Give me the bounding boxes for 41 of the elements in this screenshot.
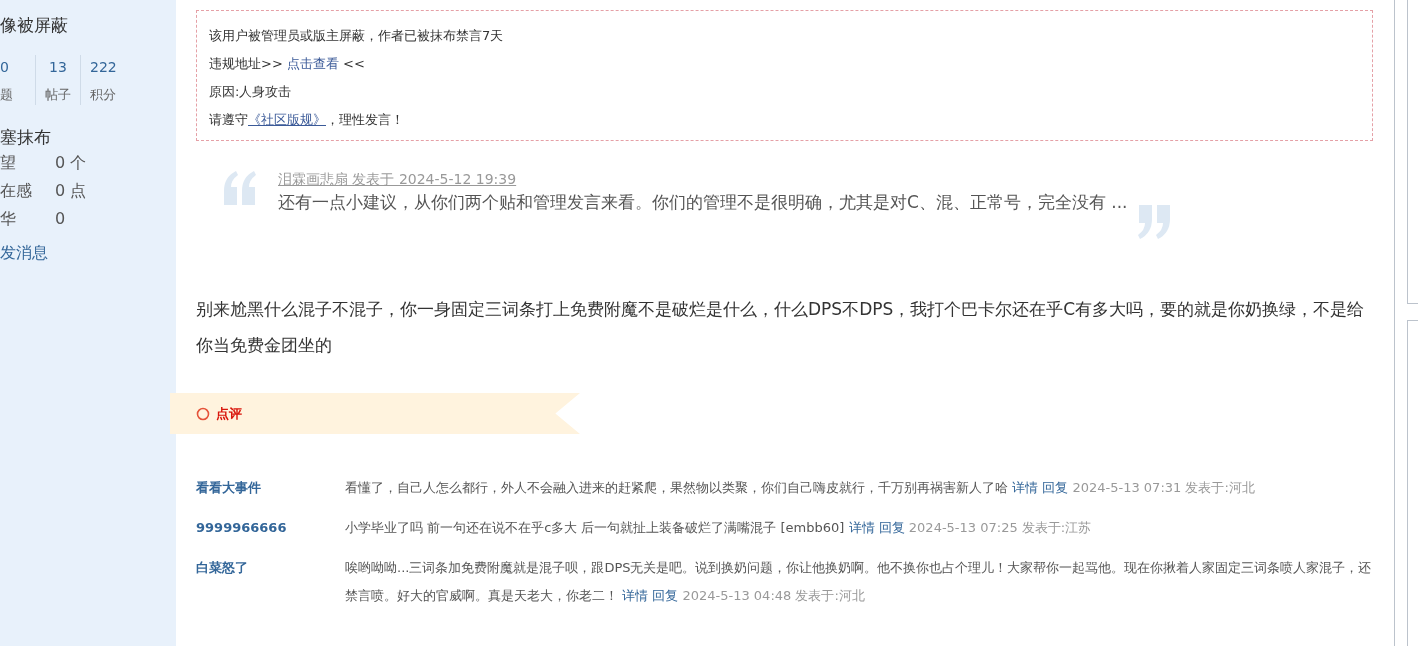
comment-text: 看懂了，自己人怎么都行，外人不会融入进来的赶紧爬，果然物以类聚，你们自己嗨皮就行，千万别再祸害新人了哈 详情 回复 2024-5-13 07:31 发表于:河北 [345, 479, 1256, 497]
commenter-name[interactable]: 白菜怒了 [196, 554, 345, 610]
notice-text: 违规地址>> [209, 56, 284, 71]
stat-label: 题 [0, 86, 13, 104]
notice-text: ，理性发言！ [326, 112, 404, 127]
field-label: 华 [0, 208, 17, 230]
send-message-link[interactable]: 发消息 [0, 243, 48, 264]
comment-action-link[interactable]: 回复 [1042, 480, 1069, 495]
comments-title: 点评 [216, 404, 242, 423]
notice-text: 原因:人身攻击 [209, 83, 293, 101]
field-value: 0 点 [55, 180, 87, 202]
circle-icon [196, 406, 210, 421]
comment-action-link[interactable]: 详情 [848, 520, 875, 535]
rules-link[interactable]: 《社区版规》 [248, 112, 326, 127]
stat-value[interactable]: 222 [90, 57, 117, 77]
commenter-name[interactable]: 9999966666 [196, 514, 345, 542]
user-status: 像被屏蔽 [0, 14, 69, 37]
field-value: 0 个 [55, 152, 87, 174]
open-quote-icon [222, 171, 256, 205]
stat-label: 积分 [90, 86, 117, 104]
comment-action-link[interactable]: 回复 [652, 588, 679, 603]
quote-text: 还有一点小建议，从你们两个贴和管理发言来看。你们的管理不是很明确，尤其是对C、混、正常号，完全没有 ... [278, 191, 1128, 214]
comment-text: 唉哟呦呦...三词条加免费附魔就是混子呗，跟DPS无关是吧。说到换奶问题，你让他换奶啊。他不换你也占个理儿！大家帮你一起骂他。现在你揪着人家固定三词条喷人家混子，还禁言喷。好大的官威啊。真是天老大，你老二！ 详情 回复 2024-5-13 04:48 发表于:河北 [345, 559, 1373, 605]
comment-action-link[interactable]: 详情 [1012, 480, 1039, 495]
notice-text: 该用户被管理员或版主屏蔽，作者已被抹布禁言7天 [209, 27, 505, 45]
comment-action-link[interactable]: 回复 [878, 520, 905, 535]
field-label: 望 [0, 152, 17, 174]
close-quote-icon [1137, 205, 1172, 239]
field-label: 在感 [0, 180, 33, 202]
comment-action-link[interactable]: 详情 [622, 588, 649, 603]
group-title: 塞抹布 [0, 126, 52, 149]
notice-text: 请遵守 [209, 112, 248, 127]
stat-value[interactable]: 0 [0, 57, 9, 77]
notice-text: << [342, 56, 365, 71]
field-value: 0 [55, 208, 66, 230]
commenter-name[interactable]: 看看大事件 [196, 474, 345, 502]
view-link[interactable]: 点击查看 [286, 56, 339, 71]
comment-text: 小学毕业了吗 前一句还在说不在乎c多大 后一句就扯上装备破烂了满嘴混子 [embb60] 详情 回复 2024-5-13 07:25 发表于:江苏 [345, 519, 1093, 537]
post-text: 别来尬黑什么混子不混子，你一身固定三词条打上免费附魔不是破烂是什么，什么DPS不DPS，我打个巴卡尔还在乎C有多大吗，要的就是你奶换绿，不是给你当免费金团坐的 [196, 298, 1366, 357]
stat-value[interactable]: 13 [49, 57, 67, 77]
stat-label: 帖子 [45, 86, 71, 104]
